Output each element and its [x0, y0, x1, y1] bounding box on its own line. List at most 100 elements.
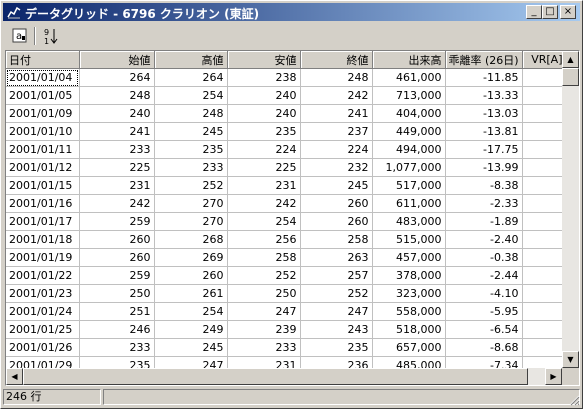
table-cell[interactable]: -0.38 [445, 248, 523, 267]
horizontal-scroll-thumb[interactable] [23, 368, 528, 385]
table-cell[interactable]: 248 [300, 68, 373, 87]
table-cell[interactable]: 224 [300, 140, 373, 159]
table-cell[interactable]: 225 [227, 158, 301, 177]
table-cell[interactable]: 250 [227, 284, 301, 303]
scroll-right-button[interactable]: ▶ [545, 368, 562, 385]
data-grid[interactable]: 日付 始値 高値 安値 終値 出来高 乖離率 (26日) VR[A] 2001/01/04 26… [5, 50, 580, 386]
table-cell[interactable]: 485,000 [372, 356, 446, 368]
table-cell[interactable]: 270 [154, 212, 228, 231]
table-cell[interactable]: 2001/01/15 [6, 176, 80, 195]
table-cell[interactable] [522, 284, 562, 303]
table-cell[interactable]: 2001/01/26 [6, 338, 80, 357]
table-cell[interactable] [522, 122, 562, 141]
table-cell[interactable]: 231 [227, 176, 301, 195]
table-cell[interactable]: 254 [154, 302, 228, 321]
table-cell[interactable] [522, 104, 562, 123]
table-cell[interactable]: -2.44 [445, 266, 523, 285]
resize-grip-icon[interactable] [568, 394, 580, 406]
table-cell[interactable]: -6.54 [445, 320, 523, 339]
table-cell[interactable]: 259 [79, 266, 155, 285]
table-cell[interactable]: 457,000 [372, 248, 446, 267]
table-cell[interactable]: 517,000 [372, 176, 446, 195]
table-cell[interactable]: 239 [227, 320, 301, 339]
table-cell[interactable]: 260 [154, 266, 228, 285]
table-cell[interactable] [522, 140, 562, 159]
table-cell[interactable]: 247 [300, 302, 373, 321]
table-row[interactable]: 2001/01/26 233 245 233 235 657,000 -8.68 [6, 338, 562, 357]
table-cell[interactable]: 224 [227, 140, 301, 159]
table-cell[interactable]: 494,000 [372, 140, 446, 159]
table-cell[interactable] [522, 158, 562, 177]
table-row[interactable]: 2001/01/09 240 248 240 241 404,000 -13.03 [6, 104, 562, 123]
table-cell[interactable]: 231 [227, 356, 301, 368]
table-cell[interactable] [522, 212, 562, 231]
table-cell[interactable]: 235 [227, 122, 301, 141]
table-cell[interactable]: -13.33 [445, 86, 523, 105]
column-header[interactable]: 安値 [227, 51, 301, 69]
horizontal-scrollbar[interactable]: ◀ ▶ [6, 368, 562, 385]
scroll-down-button[interactable]: ▼ [562, 351, 579, 368]
sort-button[interactable]: 9 1 [40, 26, 62, 46]
table-row[interactable]: 2001/01/16 242 270 242 260 611,000 -2.33 [6, 194, 562, 213]
table-row[interactable]: 2001/01/11 233 235 224 224 494,000 -17.75 [6, 140, 562, 159]
table-row[interactable]: 2001/01/29 235 247 231 236 485,000 -7.34 [6, 356, 562, 368]
table-cell[interactable]: -1.89 [445, 212, 523, 231]
table-cell[interactable]: 233 [79, 338, 155, 357]
table-cell[interactable]: 2001/01/22 [6, 266, 80, 285]
column-header[interactable]: 高値 [154, 51, 228, 69]
vertical-scroll-thumb[interactable] [562, 68, 579, 86]
table-cell[interactable]: 264 [79, 68, 155, 87]
table-cell[interactable]: 240 [227, 86, 301, 105]
table-row[interactable]: 2001/01/12 225 233 225 232 1,077,000 -13.99 [6, 158, 562, 177]
table-cell[interactable]: -8.68 [445, 338, 523, 357]
table-cell[interactable]: 518,000 [372, 320, 446, 339]
table-cell[interactable] [522, 266, 562, 285]
table-cell[interactable]: 235 [79, 356, 155, 368]
table-cell[interactable]: 657,000 [372, 338, 446, 357]
table-cell[interactable]: 249 [154, 320, 228, 339]
table-cell[interactable]: 251 [79, 302, 155, 321]
table-row[interactable]: 2001/01/05 248 254 240 242 713,000 -13.33 [6, 86, 562, 105]
table-cell[interactable]: 259 [79, 212, 155, 231]
table-cell[interactable]: 2001/01/09 [6, 104, 80, 123]
table-cell[interactable]: -2.40 [445, 230, 523, 249]
title-bar[interactable]: データグリッド - 6796 クラリオン (東証) _ □ × [3, 3, 580, 21]
table-cell[interactable]: -13.99 [445, 158, 523, 177]
table-cell[interactable]: -11.85 [445, 68, 523, 87]
table-cell[interactable]: 260 [300, 212, 373, 231]
table-cell[interactable]: 245 [300, 176, 373, 195]
table-cell[interactable]: 2001/01/25 [6, 320, 80, 339]
table-cell[interactable]: 323,000 [372, 284, 446, 303]
scroll-up-button[interactable]: ▲ [562, 51, 579, 68]
table-row[interactable]: 2001/01/18 260 268 256 258 515,000 -2.40 [6, 230, 562, 249]
table-cell[interactable]: 241 [300, 104, 373, 123]
table-cell[interactable]: 252 [300, 284, 373, 303]
table-cell[interactable]: 245 [154, 122, 228, 141]
table-cell[interactable]: 246 [79, 320, 155, 339]
table-cell[interactable]: 2001/01/10 [6, 122, 80, 141]
table-cell[interactable]: 252 [227, 266, 301, 285]
table-cell[interactable] [522, 248, 562, 267]
table-cell[interactable]: 256 [227, 230, 301, 249]
table-cell[interactable]: 2001/01/12 [6, 158, 80, 177]
table-cell[interactable]: 449,000 [372, 122, 446, 141]
table-cell[interactable]: 558,000 [372, 302, 446, 321]
table-cell[interactable]: 258 [300, 230, 373, 249]
table-cell[interactable] [522, 176, 562, 195]
table-cell[interactable]: 237 [300, 122, 373, 141]
minimize-button[interactable]: _ [526, 5, 542, 19]
table-cell[interactable] [522, 230, 562, 249]
table-cell[interactable]: 461,000 [372, 68, 446, 87]
table-cell[interactable]: 250 [79, 284, 155, 303]
table-cell[interactable]: 258 [227, 248, 301, 267]
table-cell[interactable]: 378,000 [372, 266, 446, 285]
table-cell[interactable]: 2001/01/24 [6, 302, 80, 321]
table-cell[interactable] [522, 68, 562, 87]
table-row[interactable]: 2001/01/15 231 252 231 245 517,000 -8.38 [6, 176, 562, 195]
table-cell[interactable] [522, 338, 562, 357]
column-header[interactable]: 始値 [79, 51, 155, 69]
table-cell[interactable]: 2001/01/29 [6, 356, 80, 368]
table-cell[interactable]: 254 [227, 212, 301, 231]
table-cell[interactable]: 2001/01/23 [6, 284, 80, 303]
table-row[interactable]: 2001/01/22 259 260 252 257 378,000 -2.44 [6, 266, 562, 285]
